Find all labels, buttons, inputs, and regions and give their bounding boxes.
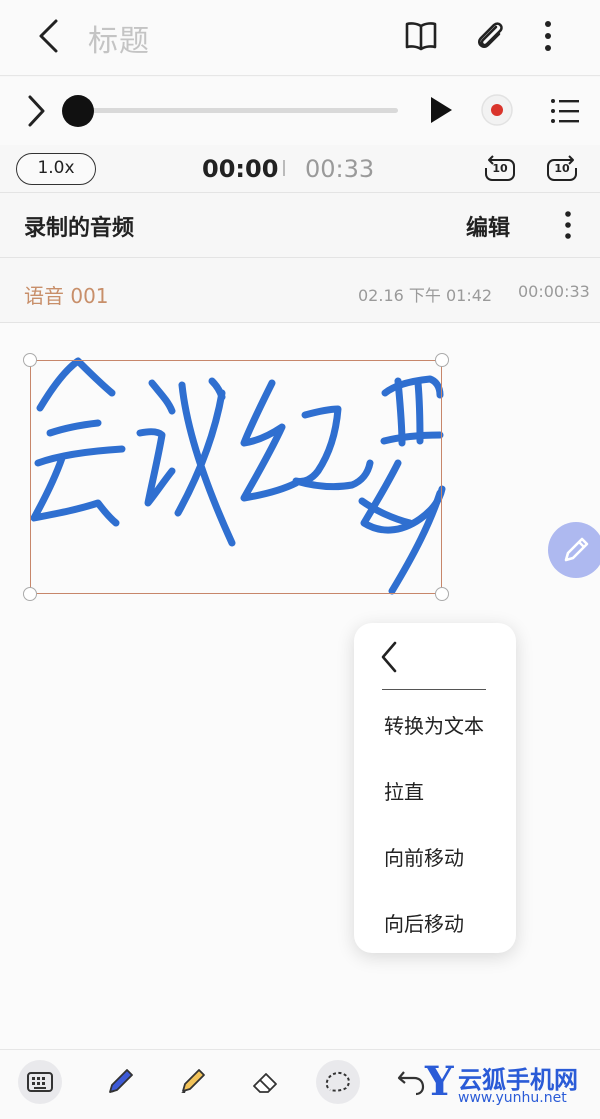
recording-duration: 00:00:33 (518, 282, 590, 301)
more-vertical-icon[interactable] (562, 210, 574, 240)
play-icon[interactable] (428, 95, 454, 125)
current-time: 00:00 (202, 155, 279, 183)
undo-icon[interactable] (394, 1064, 428, 1098)
recorded-audio-heading: 录制的音频 (24, 216, 135, 241)
resize-handle[interactable] (23, 353, 37, 367)
time-separator (283, 160, 285, 176)
resize-handle[interactable] (435, 353, 449, 367)
back-arrow-icon[interactable] (36, 18, 62, 54)
recording-date: 02.16 下午 01:42 (358, 286, 493, 305)
watermark-logo: Y (425, 1058, 454, 1105)
progress-knob[interactable] (62, 95, 94, 127)
skip-back-label: 10 (492, 162, 508, 175)
pen-tool-icon[interactable] (104, 1064, 138, 1098)
resize-handle[interactable] (23, 587, 37, 601)
skip-forward-10-button[interactable]: 10 (546, 152, 578, 182)
watermark-url: www.yunhu.net (458, 1090, 567, 1106)
total-time: 00:33 (305, 155, 375, 183)
skip-back-10-button[interactable]: 10 (484, 152, 516, 182)
resize-handle[interactable] (435, 587, 449, 601)
skip-forward-label: 10 (554, 162, 570, 175)
selection-box[interactable] (30, 360, 442, 594)
menu-back-icon[interactable] (378, 640, 400, 674)
eraser-tool-icon[interactable] (248, 1064, 282, 1098)
progress-track[interactable] (78, 108, 398, 113)
record-button[interactable] (480, 93, 514, 127)
pen-fab-button[interactable] (548, 522, 600, 578)
page-title[interactable]: 标题 (88, 16, 150, 60)
recording-name: 语音 001 (24, 284, 109, 308)
list-icon[interactable] (550, 97, 580, 125)
menu-item-send-backward[interactable]: 向后移动 (384, 908, 464, 937)
lasso-select-button[interactable] (316, 1060, 360, 1104)
highlighter-tool-icon[interactable] (176, 1064, 210, 1098)
keyboard-button[interactable] (18, 1060, 62, 1104)
menu-item-bring-forward[interactable]: 向前移动 (384, 842, 464, 871)
menu-divider (382, 689, 486, 690)
paperclip-icon[interactable] (472, 18, 508, 54)
expand-chevron-icon[interactable] (26, 94, 46, 128)
book-icon[interactable] (404, 20, 438, 52)
more-vertical-icon[interactable] (542, 20, 554, 52)
playback-speed-button[interactable]: 1.0x (16, 153, 96, 185)
divider (0, 192, 600, 193)
menu-item-straighten[interactable]: 拉直 (384, 776, 424, 805)
edit-button[interactable]: 编辑 (466, 210, 510, 242)
menu-item-convert-to-text[interactable]: 转换为文本 (384, 710, 484, 739)
